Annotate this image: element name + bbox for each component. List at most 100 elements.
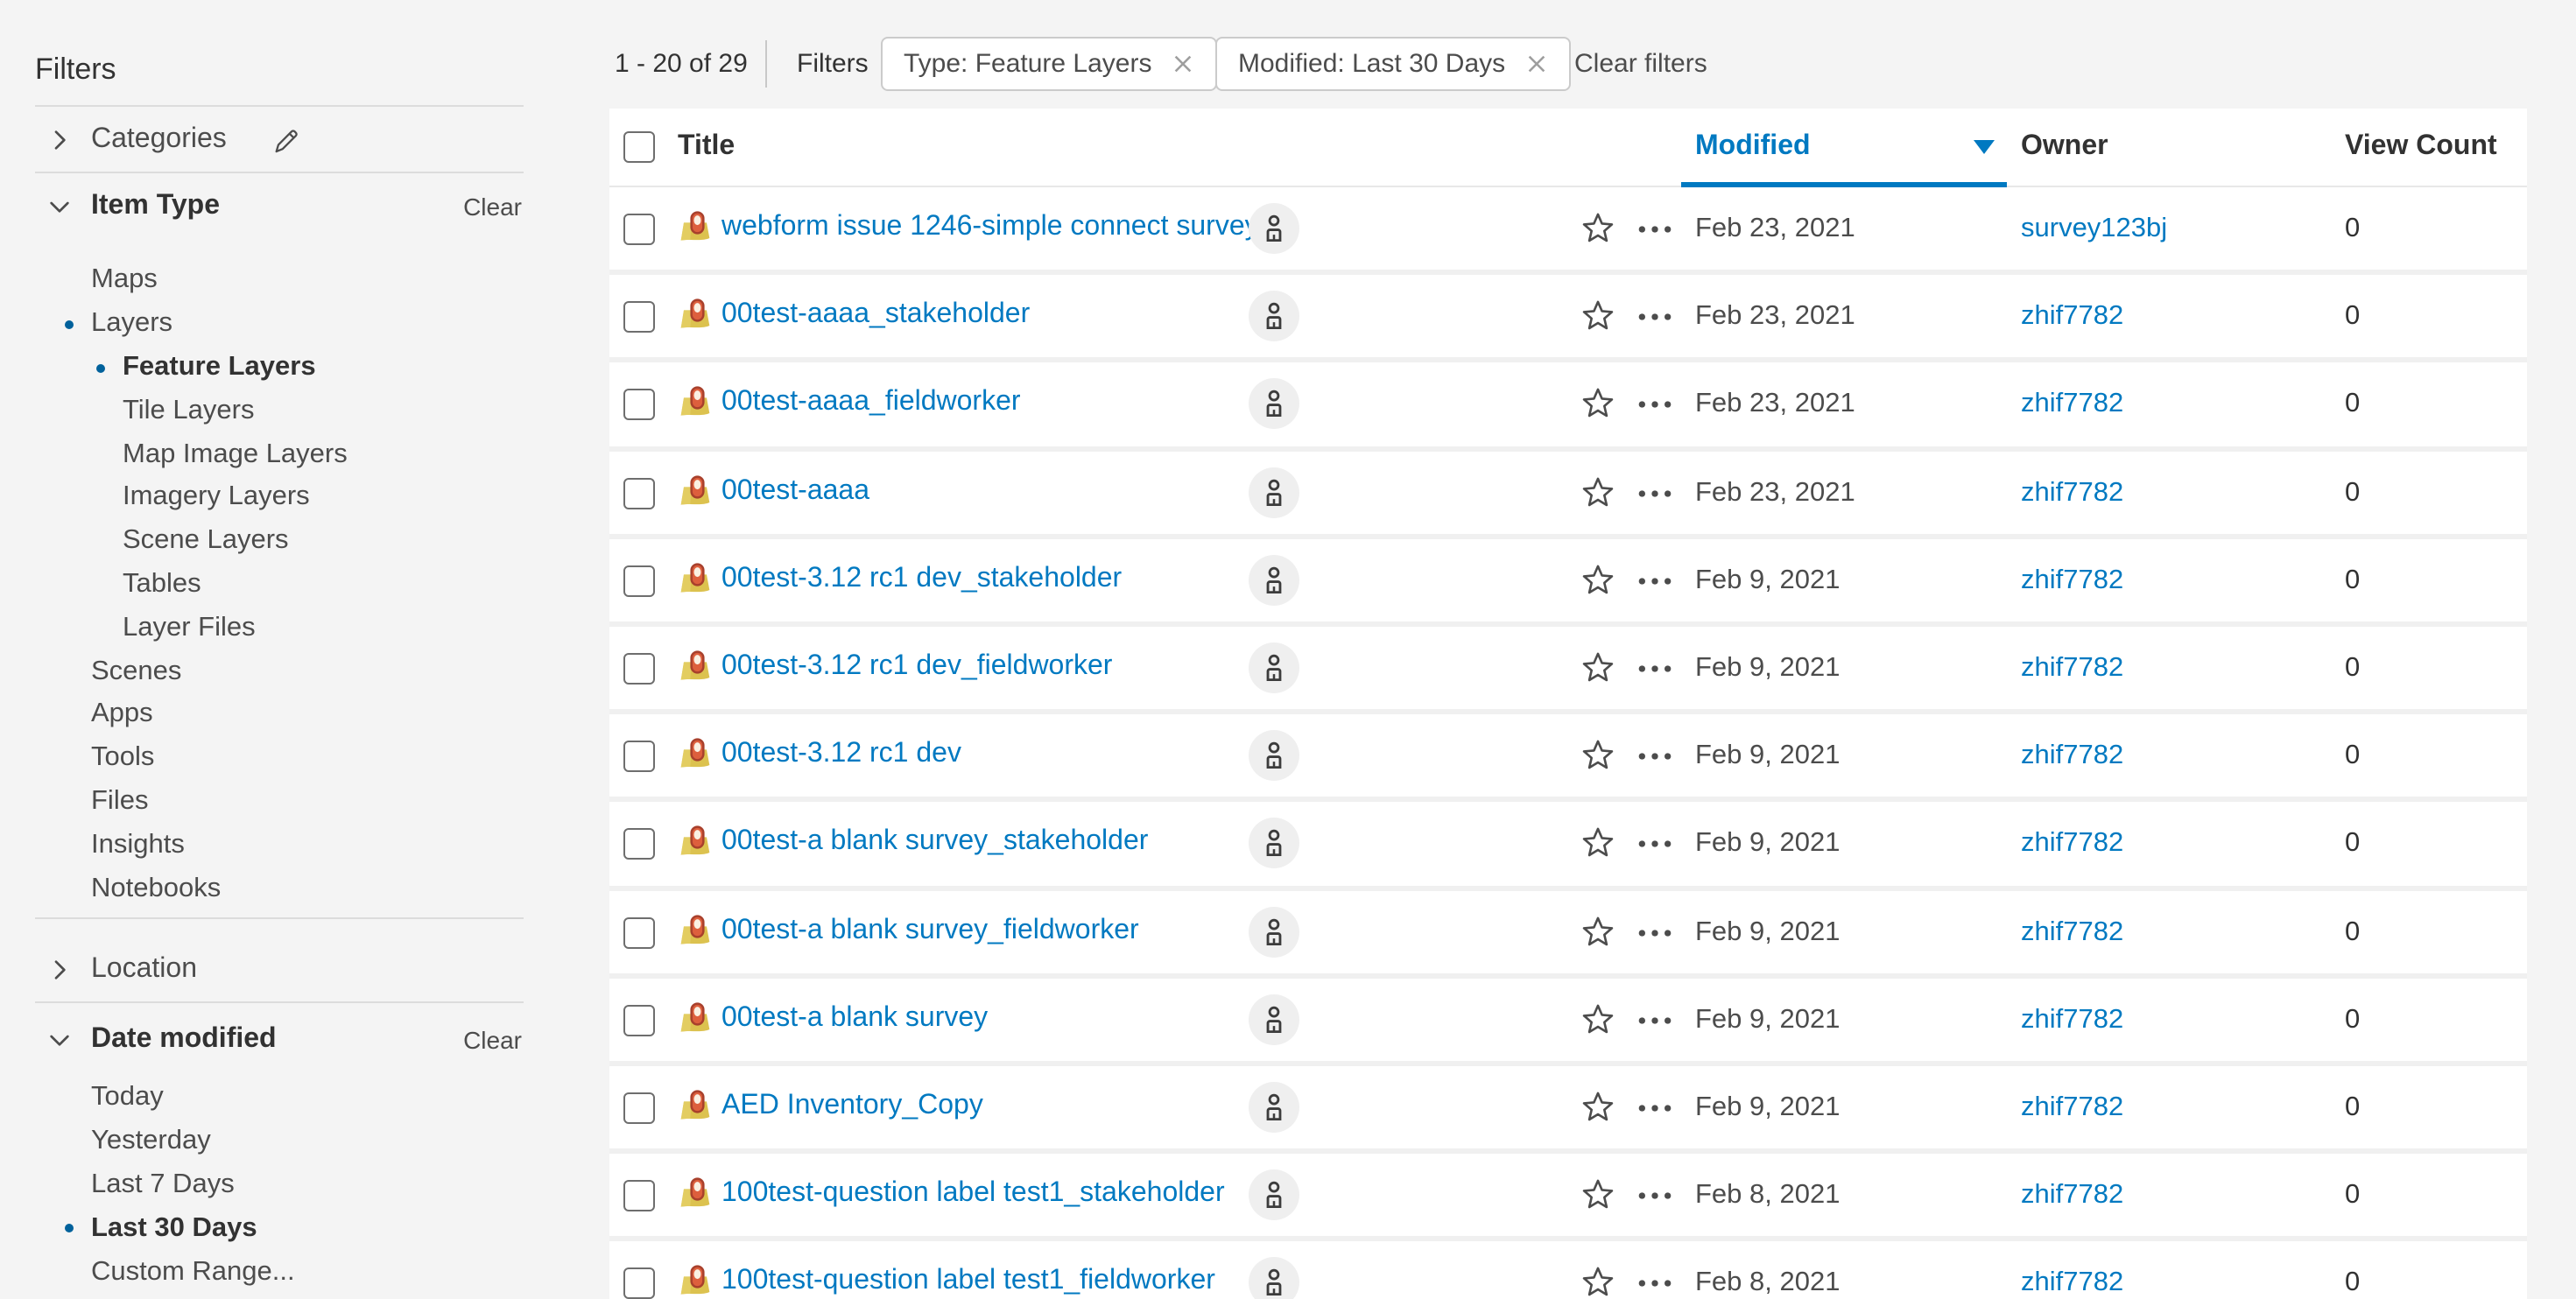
owner-link[interactable]: zhif7782 xyxy=(2021,1180,2123,1211)
private-sharing-person-icon[interactable] xyxy=(1249,1258,1299,1299)
sidebar-filter-option[interactable]: Notebooks xyxy=(35,867,543,910)
owner-link[interactable]: zhif7782 xyxy=(2021,1092,2123,1124)
row-checkbox[interactable] xyxy=(623,741,655,772)
sidebar-filter-option[interactable]: Scene Layers xyxy=(35,520,543,564)
private-sharing-person-icon[interactable] xyxy=(1249,818,1299,869)
private-sharing-person-icon[interactable] xyxy=(1249,994,1299,1044)
more-options-icon[interactable] xyxy=(1636,569,1674,593)
filter-chip-modified[interactable]: Modified: Last 30 Days xyxy=(1215,37,1570,91)
owner-link[interactable]: zhif7782 xyxy=(2021,565,2123,597)
private-sharing-person-icon[interactable] xyxy=(1249,555,1299,606)
favorite-star-icon[interactable] xyxy=(1580,1089,1616,1126)
private-sharing-person-icon[interactable] xyxy=(1249,379,1299,430)
sidebar-filter-option[interactable]: Yesterday xyxy=(35,1120,543,1164)
owner-link[interactable]: zhif7782 xyxy=(2021,477,2123,509)
column-header-modified[interactable]: Modified xyxy=(1695,109,1811,186)
private-sharing-person-icon[interactable] xyxy=(1249,291,1299,341)
owner-link[interactable]: zhif7782 xyxy=(2021,1004,2123,1036)
column-header-title[interactable]: Title xyxy=(678,109,735,186)
row-checkbox[interactable] xyxy=(623,916,655,948)
favorite-star-icon[interactable] xyxy=(1580,825,1616,862)
sidebar-filter-option[interactable]: Feature Layers xyxy=(35,346,543,390)
sidebar-filter-option[interactable]: Scenes xyxy=(35,650,543,693)
row-checkbox[interactable] xyxy=(623,829,655,860)
sidebar-filter-option[interactable]: Tables xyxy=(35,563,543,607)
sidebar-filter-option[interactable]: Custom Range... xyxy=(35,1250,543,1294)
favorite-star-icon[interactable] xyxy=(1580,913,1616,950)
private-sharing-person-icon[interactable] xyxy=(1249,906,1299,957)
sidebar-filter-option[interactable]: Files xyxy=(35,780,543,824)
item-title-link[interactable]: webform issue 1246-simple connect survey xyxy=(721,212,1259,243)
filter-chip-type[interactable]: Type: Feature Layers xyxy=(881,37,1217,91)
favorite-star-icon[interactable] xyxy=(1580,386,1616,423)
favorite-star-icon[interactable] xyxy=(1580,210,1616,247)
column-header-owner[interactable]: Owner xyxy=(2021,109,2108,186)
item-title-link[interactable]: 100test-question label test1_fieldworker xyxy=(721,1267,1215,1298)
more-options-icon[interactable] xyxy=(1636,832,1674,857)
sidebar-filter-option[interactable]: Apps xyxy=(35,693,543,737)
item-title-link[interactable]: AED Inventory_Copy xyxy=(721,1091,983,1122)
favorite-star-icon[interactable] xyxy=(1580,562,1616,599)
row-checkbox[interactable] xyxy=(623,565,655,597)
private-sharing-person-icon[interactable] xyxy=(1249,730,1299,781)
more-options-icon[interactable] xyxy=(1636,657,1674,681)
select-all-checkbox[interactable] xyxy=(623,131,655,163)
sidebar-filter-option[interactable]: Tile Layers xyxy=(35,390,543,433)
owner-link[interactable]: zhif7782 xyxy=(2021,741,2123,772)
more-options-icon[interactable] xyxy=(1636,217,1674,242)
row-checkbox[interactable] xyxy=(623,653,655,685)
favorite-star-icon[interactable] xyxy=(1580,1001,1616,1037)
item-title-link[interactable]: 00test-3.12 rc1 dev xyxy=(721,739,961,770)
item-title-link[interactable]: 00test-a blank survey xyxy=(721,1002,988,1034)
favorite-star-icon[interactable] xyxy=(1580,474,1616,510)
sidebar-filter-option[interactable]: Map Image Layers xyxy=(35,432,543,476)
more-options-icon[interactable] xyxy=(1636,1008,1674,1032)
more-options-icon[interactable] xyxy=(1636,744,1674,769)
item-title-link[interactable]: 00test-3.12 rc1 dev_fieldworker xyxy=(721,651,1112,683)
sidebar-section-date-modified[interactable]: Date modified Clear xyxy=(35,1008,525,1071)
private-sharing-person-icon[interactable] xyxy=(1249,642,1299,693)
sidebar-section-location[interactable]: Location xyxy=(35,938,525,1001)
owner-link[interactable]: zhif7782 xyxy=(2021,390,2123,421)
private-sharing-person-icon[interactable] xyxy=(1249,203,1299,254)
favorite-star-icon[interactable] xyxy=(1580,1265,1616,1299)
owner-link[interactable]: zhif7782 xyxy=(2021,301,2123,333)
sidebar-filter-option[interactable]: Today xyxy=(35,1077,543,1120)
row-checkbox[interactable] xyxy=(623,214,655,245)
more-options-icon[interactable] xyxy=(1636,305,1674,329)
row-checkbox[interactable] xyxy=(623,390,655,421)
sidebar-section-item-type[interactable]: Item Type Clear xyxy=(35,175,525,238)
item-title-link[interactable]: 00test-aaaa_fieldworker xyxy=(721,388,1021,419)
sidebar-filter-option[interactable]: Insights xyxy=(35,824,543,867)
row-checkbox[interactable] xyxy=(623,1004,655,1036)
column-header-view-count[interactable]: View Count xyxy=(2345,109,2497,186)
more-options-icon[interactable] xyxy=(1636,1096,1674,1120)
row-checkbox[interactable] xyxy=(623,1268,655,1299)
sidebar-filter-option[interactable]: Imagery Layers xyxy=(35,476,543,520)
owner-link[interactable]: zhif7782 xyxy=(2021,829,2123,860)
date-modified-clear-button[interactable]: Clear xyxy=(463,1026,522,1054)
sidebar-filter-option[interactable]: Layer Files xyxy=(35,607,543,650)
owner-link[interactable]: survey123bj xyxy=(2021,214,2167,245)
item-title-link[interactable]: 00test-aaaa_stakeholder xyxy=(721,299,1030,331)
favorite-star-icon[interactable] xyxy=(1580,1176,1616,1213)
private-sharing-person-icon[interactable] xyxy=(1249,1082,1299,1133)
item-title-link[interactable]: 00test-a blank survey_stakeholder xyxy=(721,827,1148,859)
item-title-link[interactable]: 100test-question label test1_stakeholder xyxy=(721,1178,1225,1210)
owner-link[interactable]: zhif7782 xyxy=(2021,653,2123,685)
remove-filter-icon[interactable] xyxy=(1524,53,1547,75)
clear-filters-button[interactable]: Clear filters xyxy=(1574,49,1707,79)
more-options-icon[interactable] xyxy=(1636,393,1674,418)
item-title-link[interactable]: 00test-aaaa xyxy=(721,475,869,507)
sidebar-section-categories[interactable]: Categories xyxy=(35,109,525,172)
sidebar-filter-option[interactable]: Layers xyxy=(35,303,543,347)
sidebar-filter-option[interactable]: Last 7 Days xyxy=(35,1163,543,1207)
favorite-star-icon[interactable] xyxy=(1580,298,1616,334)
owner-link[interactable]: zhif7782 xyxy=(2021,1268,2123,1299)
row-checkbox[interactable] xyxy=(623,1092,655,1124)
sidebar-filter-option[interactable]: Tools xyxy=(35,737,543,781)
item-title-link[interactable]: 00test-3.12 rc1 dev_stakeholder xyxy=(721,564,1122,595)
item-title-link[interactable]: 00test-a blank survey_fieldworker xyxy=(721,915,1139,946)
private-sharing-person-icon[interactable] xyxy=(1249,1169,1299,1220)
sidebar-filter-option[interactable]: Last 30 Days xyxy=(35,1207,543,1251)
